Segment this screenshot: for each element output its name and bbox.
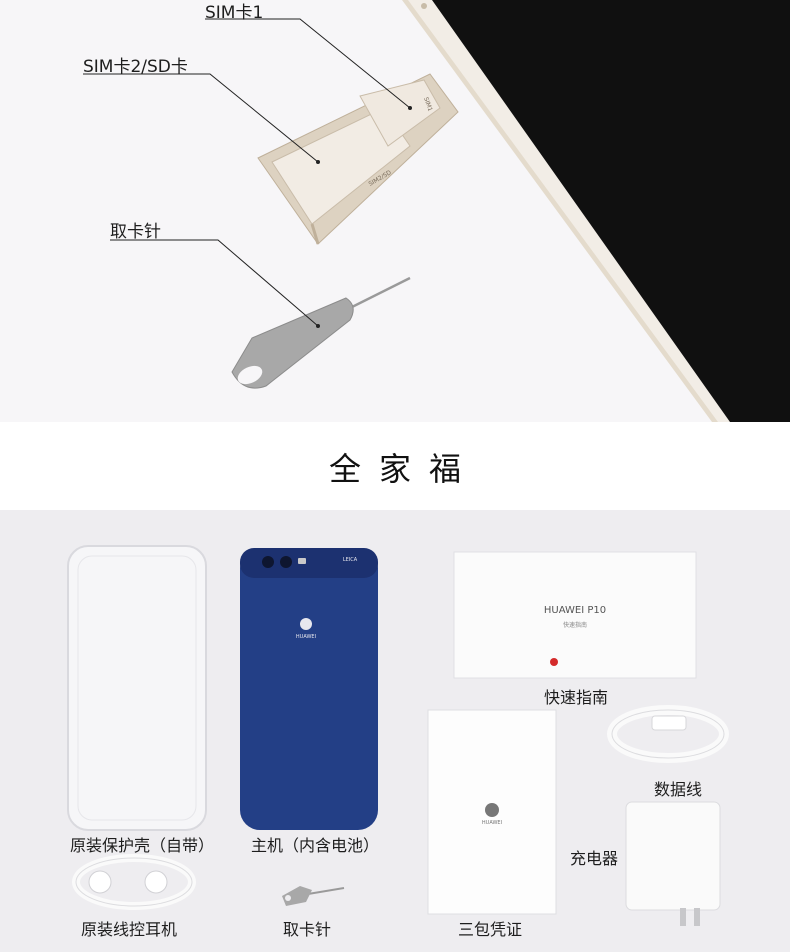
box-contents-photo: HUAWEI LEICA HUAWEI P10 快速指南 HUAWEI 原装保护… <box>0 510 790 952</box>
sim-tray: SIM1 SIM2/SD <box>257 73 459 245</box>
quick-guide-title: HUAWEI P10 <box>544 605 606 616</box>
label-eject-pin-small: 取卡针 <box>283 920 332 939</box>
label-sim1: SIM卡1 <box>205 3 264 23</box>
quick-guide-booklet: HUAWEI P10 快速指南 <box>453 551 697 679</box>
clear-case <box>67 545 207 831</box>
box-contents-illustration: HUAWEI LEICA HUAWEI P10 快速指南 HUAWEI <box>67 545 729 926</box>
label-sim2-sd: SIM卡2/SD卡 <box>83 57 188 77</box>
earphones <box>72 854 196 910</box>
label-quick-guide: 快速指南 <box>544 688 609 707</box>
phone-back: HUAWEI LEICA <box>240 548 378 830</box>
label-eject-pin: 取卡针 <box>110 222 161 242</box>
charger <box>625 801 721 926</box>
eject-pin-tool <box>231 276 411 389</box>
usb-cable <box>607 705 729 763</box>
warranty-card: HUAWEI <box>427 709 557 915</box>
label-phone: 主机（内含电池） <box>251 836 380 855</box>
phone-back-brand: HUAWEI <box>296 634 316 640</box>
section-title: 全家福 <box>328 450 479 488</box>
phone-front <box>402 0 790 422</box>
warranty-card-brand: HUAWEI <box>482 820 502 826</box>
eject-pin-small <box>282 886 345 906</box>
label-earphones: 原装线控耳机 <box>81 920 178 939</box>
label-cable: 数据线 <box>654 780 703 799</box>
label-case: 原装保护壳（自带） <box>70 836 215 855</box>
phone-camera-brand: LEICA <box>343 557 358 563</box>
label-warranty: 三包凭证 <box>458 920 523 939</box>
quick-guide-subtitle: 快速指南 <box>563 621 587 629</box>
label-charger: 充电器 <box>570 849 619 868</box>
sim-tray-photo: SIM1 SIM2/SD SIM卡1 SIM卡2/SD卡 取卡针 <box>0 0 790 422</box>
